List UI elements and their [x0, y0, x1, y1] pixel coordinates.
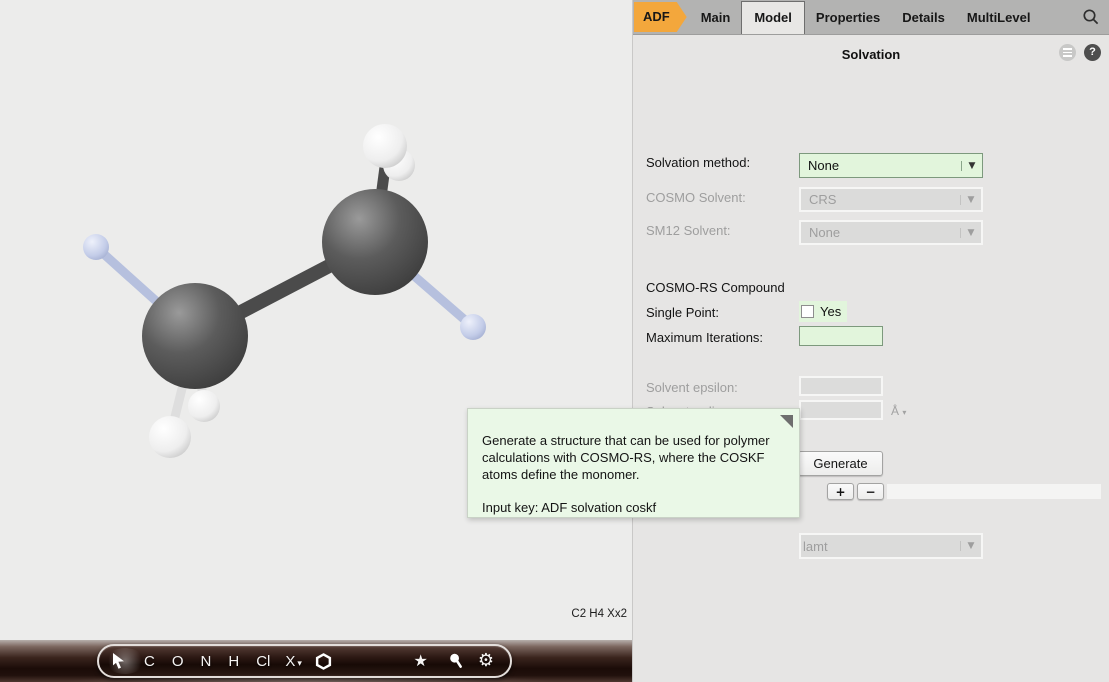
- single-point-checkbox[interactable]: [801, 305, 814, 318]
- single-point-option: Yes: [799, 301, 847, 322]
- cosmo-solvent-value: CRS: [801, 192, 960, 207]
- settings-panel: ADF Main Model Properties Details MultiL…: [632, 0, 1109, 682]
- molecule-canvas[interactable]: [0, 0, 632, 640]
- cosmo-solvent-dropdown: CRS ▼: [799, 187, 983, 212]
- single-point-label: Single Point:: [646, 305, 719, 320]
- element-button-n[interactable]: N: [201, 654, 212, 669]
- element-button-h[interactable]: H: [228, 654, 239, 669]
- max-iterations-input[interactable]: [799, 326, 883, 346]
- ring-tool-icon[interactable]: [315, 653, 332, 670]
- single-point-option-label: Yes: [820, 304, 841, 319]
- xx-atom-right[interactable]: [460, 314, 486, 340]
- hydrogen-atom-back-bottom[interactable]: [188, 390, 220, 422]
- sm12-solvent-value: None: [801, 225, 960, 240]
- dropdown-arrow-icon: ▼: [960, 541, 981, 551]
- molecule-formula: C2 H4 Xx2: [571, 608, 627, 620]
- sm12-solvent-label: SM12 Solvent:: [646, 223, 731, 238]
- solvent-epsilon-input: [799, 376, 883, 396]
- help-icon[interactable]: ?: [1084, 44, 1101, 61]
- solvent-epsilon-label: Solvent epsilon:: [646, 380, 738, 395]
- partially-hidden-dropdown: lamt ▼: [799, 533, 983, 559]
- solvent-radius-unit: Å ▾: [891, 404, 906, 418]
- solvation-form: Solvation method: None ▼ COSMO Solvent: …: [633, 67, 1109, 682]
- add-row-button[interactable]: +: [827, 483, 854, 500]
- favorites-star-icon[interactable]: ★: [414, 653, 428, 669]
- tab-properties[interactable]: Properties: [805, 2, 891, 34]
- sm12-solvent-dropdown: None ▼: [799, 220, 983, 245]
- tab-model[interactable]: Model: [741, 1, 805, 34]
- element-button-c[interactable]: C: [144, 654, 155, 669]
- carbon-atom-right[interactable]: [322, 189, 428, 295]
- generate-button[interactable]: Generate: [798, 451, 883, 476]
- tab-main[interactable]: Main: [690, 2, 742, 34]
- hydrogen-atom-bottom[interactable]: [149, 416, 191, 458]
- element-picker-arrow-icon: ▾: [297, 660, 302, 669]
- pin-tool-icon[interactable]: [449, 653, 463, 669]
- unit-arrow-icon: ▾: [902, 408, 906, 417]
- xx-atom-left[interactable]: [83, 234, 109, 260]
- molecule-viewer: C2 H4 Xx2 C O N H Cl X ▾ ★ ⚙: [0, 0, 632, 682]
- panel-header: Solvation ?: [633, 35, 1109, 67]
- panel-title: Solvation: [633, 35, 1109, 62]
- element-button-cl[interactable]: Cl: [256, 654, 270, 669]
- tab-details[interactable]: Details: [891, 2, 956, 34]
- dropdown-arrow-icon: ▼: [961, 161, 982, 171]
- tooltip-body: Generate a structure that can be used fo…: [482, 433, 785, 484]
- cosmo-solvent-label: COSMO Solvent:: [646, 190, 746, 205]
- pointer-tool-icon[interactable]: [111, 652, 127, 670]
- compound-section-header: COSMO-RS Compound: [646, 280, 785, 295]
- tooltip-corner-icon: [780, 415, 793, 428]
- solvation-method-dropdown[interactable]: None ▼: [799, 153, 983, 178]
- tooltip-input-key: Input key: ADF solvation coskf: [482, 500, 785, 517]
- element-toolbar: C O N H Cl X ▾ ★ ⚙: [97, 644, 512, 678]
- element-button-o[interactable]: O: [172, 654, 184, 669]
- solvation-method-label: Solvation method:: [646, 155, 750, 170]
- carbon-atom-left[interactable]: [142, 283, 248, 389]
- element-button-x: X: [285, 654, 295, 669]
- remove-row-button[interactable]: −: [857, 483, 884, 500]
- dropdown-arrow-icon: ▼: [960, 228, 981, 238]
- hydrogen-atom-top[interactable]: [363, 124, 407, 168]
- element-picker-x[interactable]: X ▾: [285, 654, 302, 669]
- panel-menu-icon[interactable]: [1059, 44, 1076, 61]
- viewer-toolbar-bar: C O N H Cl X ▾ ★ ⚙: [0, 640, 632, 682]
- tab-multilevel[interactable]: MultiLevel: [956, 2, 1042, 34]
- coskf-tooltip: Generate a structure that can be used fo…: [467, 408, 800, 518]
- settings-gear-icon[interactable]: ⚙: [478, 652, 494, 670]
- solvent-radius-input: [799, 400, 883, 420]
- search-icon[interactable]: [1082, 8, 1100, 26]
- solvation-method-value: None: [800, 158, 961, 173]
- partially-hidden-dropdown-value: lamt: [801, 539, 960, 554]
- unit-label: Å: [891, 404, 899, 418]
- dropdown-arrow-icon: ▼: [960, 195, 981, 205]
- max-iterations-label: Maximum Iterations:: [646, 330, 763, 345]
- tab-adf[interactable]: ADF: [634, 2, 687, 32]
- list-strip: [887, 484, 1101, 499]
- tab-bar: ADF Main Model Properties Details MultiL…: [633, 0, 1109, 35]
